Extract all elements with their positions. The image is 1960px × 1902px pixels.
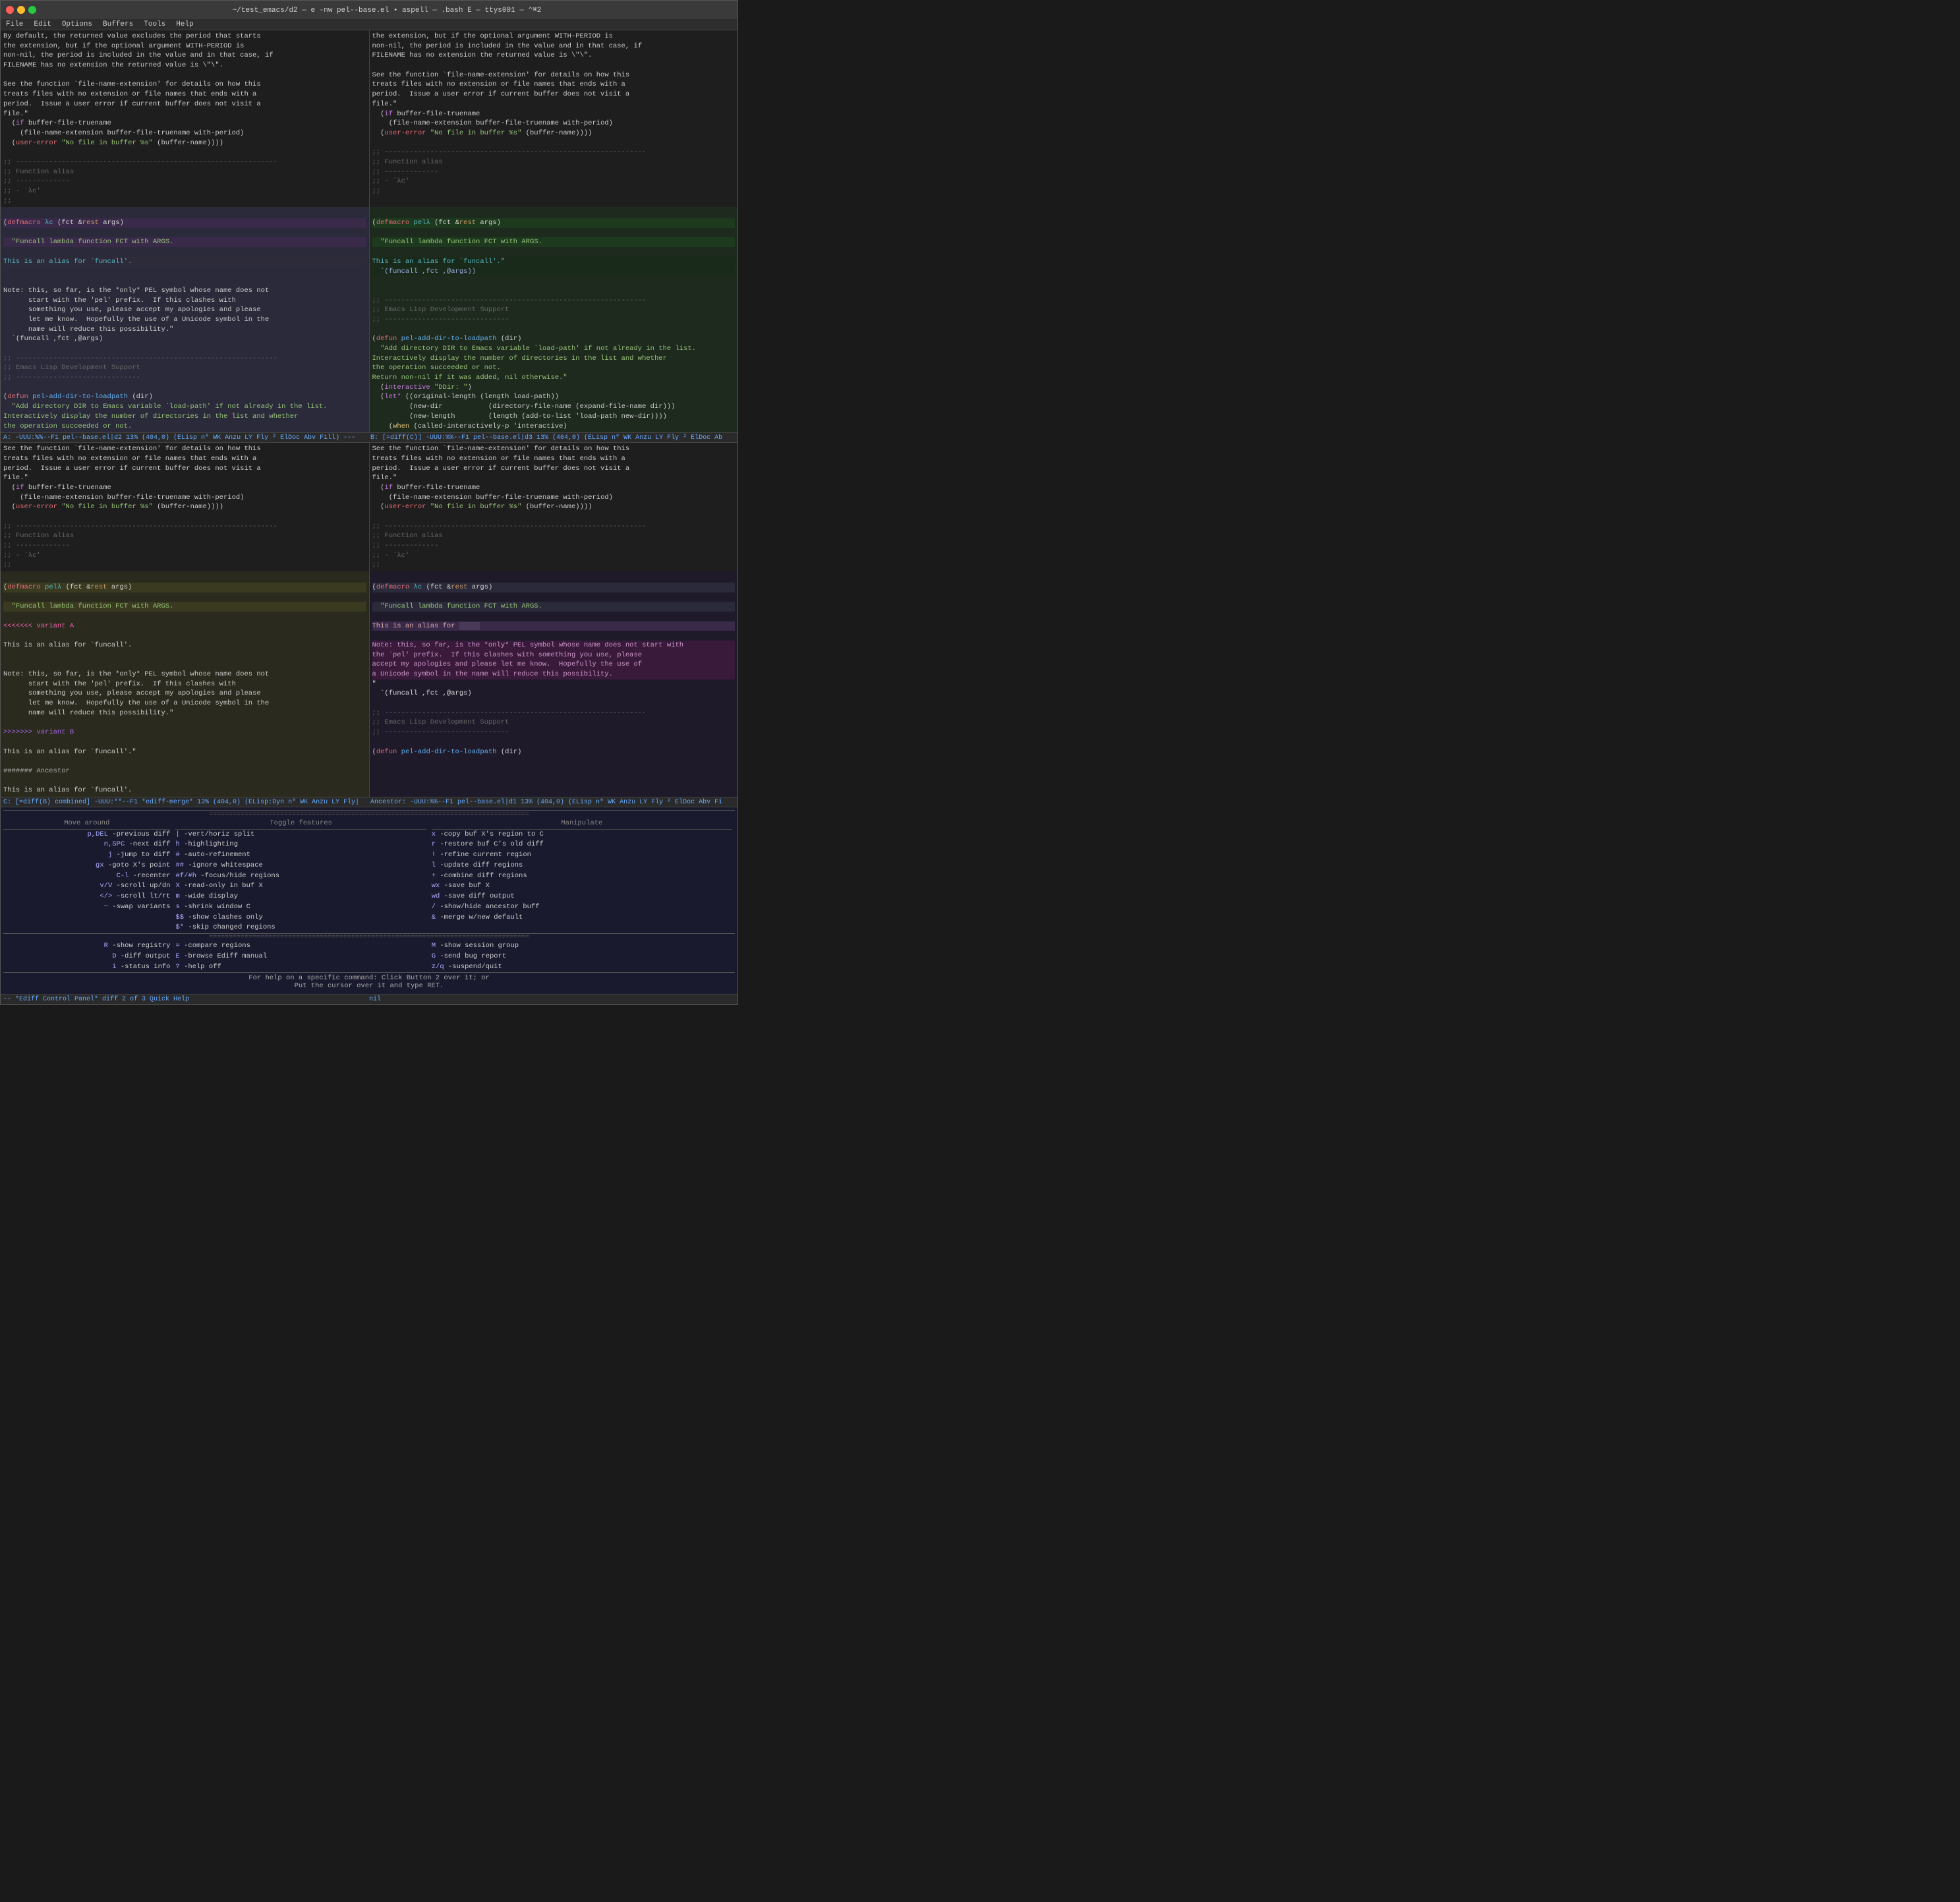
ediff-manip-amp[interactable]: & -merge w/new default — [432, 913, 732, 923]
ediff-cmd-eq[interactable]: = -compare regions — [175, 941, 426, 952]
ediff-cmd-p[interactable]: p,DEL -previous diff — [3, 830, 170, 840]
pane-b-diff1[interactable]: (defmacro pelλ (fct &rest args) "Funcall… — [370, 207, 738, 432]
menu-bar: File Edit Options Buffers Tools Help — [1, 19, 737, 30]
pane-a-bottom[interactable]: See the function `file-name-extension' f… — [1, 443, 370, 571]
minimize-button[interactable] — [17, 6, 25, 14]
pane-b-diff1-content: (defmacro pelλ (fct &rest args) "Funcall… — [372, 208, 735, 431]
diff-region-1: (defmacro λc (fct &rest args) "Funcall l… — [1, 207, 737, 432]
pane-b-bottom[interactable]: See the function `file-name-extension' f… — [370, 443, 738, 571]
menu-help[interactable]: Help — [176, 20, 193, 28]
status-a-text: A: -UUU:%%--F1 pel--base.el|d2 13% (404,… — [3, 434, 368, 442]
maximize-button[interactable] — [28, 6, 36, 14]
ediff-cmd-n[interactable]: n,SPC -next diff — [3, 840, 170, 850]
ediff-cmd-M[interactable]: M -show session group — [432, 941, 732, 952]
title-bar: ~/test_emacs/d2 — e -nw pel--base.el • a… — [1, 1, 737, 19]
ediff-cmd-D[interactable]: D -diff output — [3, 952, 170, 962]
traffic-lights — [6, 6, 36, 14]
close-button[interactable] — [6, 6, 14, 14]
ediff-manip-bang[interactable]: ! -refine current region — [432, 850, 732, 861]
ediff-cmd-E[interactable]: E -browse Ediff manual — [175, 952, 426, 962]
ediff-cmd-i[interactable]: i -status info — [3, 962, 170, 973]
pane-a-diff2-content: (defmacro pelλ (fct &rest args) "Funcall… — [3, 573, 366, 795]
nil-status: nil — [369, 996, 735, 1003]
pane-b-top[interactable]: the extension, but if the optional argum… — [370, 30, 738, 207]
ediff-toggle-h[interactable]: h -highlighting — [175, 840, 426, 850]
pane-a-top-content: By default, the returned value excludes … — [3, 32, 366, 206]
top-editor-panes: By default, the returned value excludes … — [1, 30, 737, 207]
ediff-manip-plus[interactable]: + -combine diff regions — [432, 871, 732, 882]
pane-a-diff1[interactable]: (defmacro λc (fct &rest args) "Funcall l… — [1, 207, 370, 432]
ediff-toggle-X[interactable]: X -read-only in buf X — [175, 881, 426, 892]
menu-buffers[interactable]: Buffers — [103, 20, 133, 28]
ediff-toggle-section: Toggle features | -vert/horiz split h -h… — [173, 819, 428, 933]
ediff-manip-slash[interactable]: / -show/hide ancestor buff — [432, 902, 732, 913]
pane-a-diff1-content: (defmacro λc (fct &rest args) "Funcall l… — [3, 208, 366, 431]
menu-tools[interactable]: Tools — [144, 20, 165, 28]
move-header: Move around — [3, 819, 170, 830]
ediff-move-section: Move around p,DEL -previous diff n,SPC -… — [3, 819, 173, 933]
diff-region-2: (defmacro pelλ (fct &rest args) "Funcall… — [1, 571, 737, 797]
pane-b-bottom-content: See the function `file-name-extension' f… — [372, 444, 735, 570]
ediff-manip-x[interactable]: x -copy buf X's region to C — [432, 830, 732, 840]
ediff-cmd-R[interactable]: R -show registry — [3, 941, 170, 952]
pane-a-diff2[interactable]: (defmacro pelλ (fct &rest args) "Funcall… — [1, 571, 370, 797]
ediff-cmd-j[interactable]: j -jump to diff — [3, 850, 170, 861]
pane-b-diff2[interactable]: (defmacro λc (fct &rest args) "Funcall l… — [370, 571, 738, 797]
ediff-cmd-gx[interactable]: gx -goto X's point — [3, 861, 170, 871]
footer-line1: For help on a specific command: Click Bu… — [9, 974, 730, 982]
ediff-manip-wd[interactable]: wd -save diff output — [432, 892, 732, 902]
ediff-manip-wx[interactable]: wx -save buf X — [432, 881, 732, 892]
ediff-toggle-hashhash[interactable]: ## -ignore whitespace — [175, 861, 426, 871]
menu-edit[interactable]: Edit — [34, 20, 51, 28]
ediff-cmd-G[interactable]: G -send bug report — [432, 952, 732, 962]
ediff-toggle-$star[interactable]: $* -skip changed regions — [175, 923, 426, 933]
ediff-cmd-lr[interactable]: </> -scroll lt/rt — [3, 892, 170, 902]
window-title: ~/test_emacs/d2 — e -nw pel--base.el • a… — [42, 5, 732, 14]
menu-file[interactable]: File — [6, 20, 23, 28]
ediff-misc-mid: = -compare regions E -browse Ediff manua… — [173, 941, 428, 972]
ediff-manip-l[interactable]: l -update diff regions — [432, 861, 732, 871]
ediff-toggle-m[interactable]: m -wide display — [175, 892, 426, 902]
bottom-editor-panes: See the function `file-name-extension' f… — [1, 443, 737, 571]
manipulate-header: Manipulate — [432, 819, 732, 830]
bottom-status-bar: -- *Ediff Control Panel* diff 2 of 3 Qui… — [1, 994, 737, 1004]
menu-options[interactable]: Options — [62, 20, 92, 28]
ediff-cmd-tilde[interactable]: ~ -swap variants — [3, 902, 170, 913]
ediff-manipulate-section: Manipulate x -copy buf X's region to C r… — [429, 819, 735, 933]
ediff-manip-r[interactable]: r -restore buf C's old diff — [432, 840, 732, 850]
pane-a-top[interactable]: By default, the returned value excludes … — [1, 30, 370, 207]
pane-a-bottom-content: See the function `file-name-extension' f… — [3, 444, 366, 570]
ediff-toggle-fh[interactable]: #f/#h -focus/hide regions — [175, 871, 426, 882]
status-c-text: C: [=diff(B) combined] -UUU:**--F1 *edif… — [3, 798, 368, 806]
ediff-cmd-quest[interactable]: ? -help off — [175, 962, 426, 973]
status-bar-ca: C: [=diff(B) combined] -UUU:**--F1 *edif… — [1, 797, 737, 807]
toggle-header: Toggle features — [175, 819, 426, 830]
ediff-toggle-split[interactable]: | -vert/horiz split — [175, 830, 426, 840]
ediff-toggle-s[interactable]: s -shrink window C — [175, 902, 426, 913]
ediff-help-footer: For help on a specific command: Click Bu… — [3, 973, 735, 991]
ediff-misc-left: R -show registry D -diff output i -statu… — [3, 941, 173, 972]
status-b-text: B: [=diff(C)] -UUU:%%--F1 pel--base.el|d… — [368, 434, 735, 442]
ediff-toggle-$$[interactable]: $$ -show clashes only — [175, 913, 426, 923]
pane-b-top-content: the extension, but if the optional argum… — [372, 32, 735, 196]
ediff-toggle-hash[interactable]: # -auto-refinement — [175, 850, 426, 861]
main-window: ~/test_emacs/d2 — e -nw pel--base.el • a… — [0, 0, 738, 1005]
status-bar-ab: A: -UUU:%%--F1 pel--base.el|d2 13% (404,… — [1, 432, 737, 443]
ediff-control-panel: ========================================… — [1, 807, 737, 994]
ediff-cmd-cl[interactable]: C-l -recenter — [3, 871, 170, 882]
ediff-cmd-zq[interactable]: z/q -suspend/quit — [432, 962, 732, 973]
status-ancestor-text: Ancestor: -UUU:%%--F1 pel--base.el|d1 13… — [368, 798, 735, 806]
footer-line2: Put the cursor over it and type RET. — [9, 982, 730, 990]
ediff-cmd-vV[interactable]: v/V -scroll up/dn — [3, 881, 170, 892]
ediff-panel-status: -- *Ediff Control Panel* diff 2 of 3 Qui… — [3, 996, 369, 1003]
ediff-misc-right: M -show session group G -send bug report… — [429, 941, 735, 972]
pane-b-diff2-content: (defmacro λc (fct &rest args) "Funcall l… — [372, 573, 735, 757]
